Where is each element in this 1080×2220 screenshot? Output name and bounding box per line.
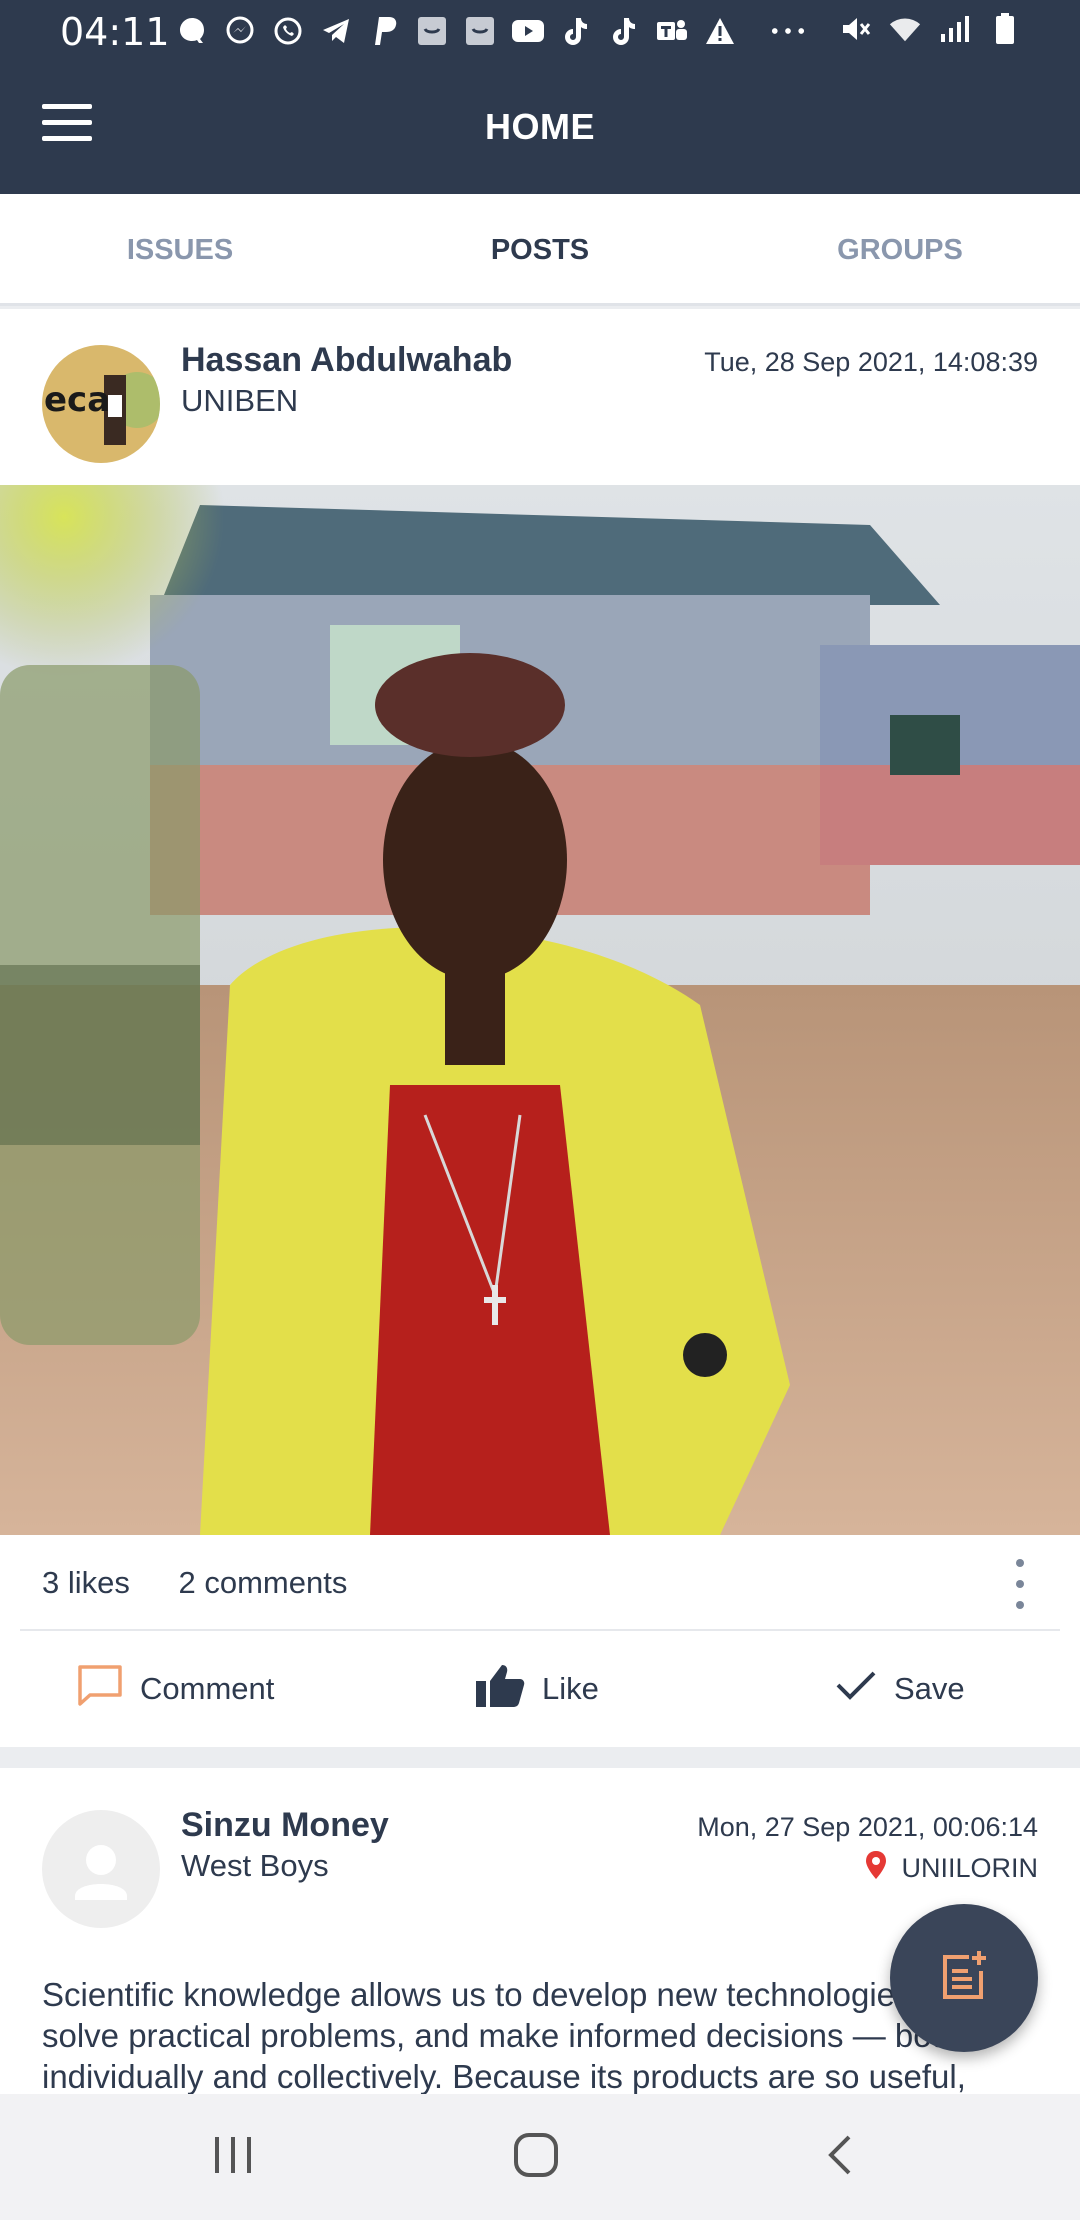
system-nav-bar xyxy=(0,2094,1080,2220)
quora-icon xyxy=(175,14,209,48)
status-bar: 04:11 xyxy=(0,0,1080,62)
avatar-logo-text: eca xyxy=(44,380,110,420)
post-card: eca Hassan Abdulwahab UNIBEN Tue, 28 Sep… xyxy=(0,309,1080,1747)
battery-icon xyxy=(988,12,1022,46)
post-location: UNIILORIN xyxy=(865,1850,1038,1887)
telegram-icon xyxy=(319,14,353,48)
post-author[interactable]: Hassan Abdulwahab xyxy=(181,341,512,380)
divider xyxy=(20,1629,1060,1631)
tab-issues[interactable]: ISSUES xyxy=(0,194,360,303)
mute-icon xyxy=(838,12,872,46)
app-bar: HOME xyxy=(0,62,1080,194)
new-post-button[interactable] xyxy=(890,1904,1038,2052)
comment-label: Comment xyxy=(140,1671,275,1706)
thumbs-up-icon xyxy=(474,1661,526,1717)
warning-icon xyxy=(703,14,737,48)
avatar[interactable] xyxy=(42,1810,160,1928)
more-options-button[interactable] xyxy=(1008,1559,1032,1609)
status-time: 04:11 xyxy=(60,10,170,54)
tab-groups[interactable]: GROUPS xyxy=(720,194,1080,303)
youtube-icon xyxy=(511,14,545,48)
whatsapp-icon xyxy=(271,14,305,48)
location-label: UNIILORIN xyxy=(901,1853,1038,1883)
page-title: HOME xyxy=(485,106,595,147)
teams-icon xyxy=(655,14,689,48)
more-icon xyxy=(771,14,805,48)
check-icon xyxy=(834,1667,878,1711)
messenger-icon xyxy=(223,14,257,48)
like-button[interactable]: Like xyxy=(474,1637,599,1741)
app-icon xyxy=(463,14,497,48)
comments-count[interactable]: 2 comments xyxy=(179,1565,348,1600)
post-timestamp: Mon, 27 Sep 2021, 00:06:14 xyxy=(697,1812,1038,1842)
tab-bar: ISSUES POSTS GROUPS xyxy=(0,194,1080,306)
post-subtitle: UNIBEN xyxy=(181,383,299,418)
recent-apps-icon xyxy=(211,2135,255,2180)
back-button[interactable] xyxy=(800,2124,880,2190)
post-stats: 3 likes 2 comments xyxy=(42,1565,387,1601)
avatar[interactable]: eca xyxy=(42,345,160,463)
app-icon xyxy=(415,14,449,48)
post-actions: Comment Like Save xyxy=(0,1637,1080,1741)
notification-icons xyxy=(175,14,805,48)
save-button[interactable]: Save xyxy=(834,1637,965,1741)
post-author[interactable]: Sinzu Money xyxy=(181,1806,389,1845)
comment-button[interactable]: Comment xyxy=(76,1637,274,1741)
home-button[interactable] xyxy=(496,2124,576,2190)
comment-icon xyxy=(76,1663,124,1715)
tab-posts[interactable]: POSTS xyxy=(360,194,720,303)
post-add-icon xyxy=(937,1949,991,2008)
post-subtitle: West Boys xyxy=(181,1848,329,1883)
paypal-icon xyxy=(367,14,401,48)
home-icon xyxy=(513,2132,559,2183)
tiktok-icon xyxy=(607,14,641,48)
back-icon xyxy=(825,2133,855,2182)
more-vert-icon xyxy=(1016,1559,1024,1567)
like-label: Like xyxy=(542,1671,599,1706)
wifi-icon xyxy=(888,12,922,46)
save-label: Save xyxy=(894,1671,965,1706)
post-image[interactable] xyxy=(0,485,1080,1535)
signal-icon xyxy=(938,12,972,46)
location-pin-icon xyxy=(865,1850,887,1887)
tiktok-icon xyxy=(559,14,593,48)
likes-count[interactable]: 3 likes xyxy=(42,1565,130,1600)
system-icons xyxy=(838,12,1022,46)
recent-apps-button[interactable] xyxy=(193,2124,273,2190)
post-timestamp: Tue, 28 Sep 2021, 14:08:39 xyxy=(704,347,1038,377)
